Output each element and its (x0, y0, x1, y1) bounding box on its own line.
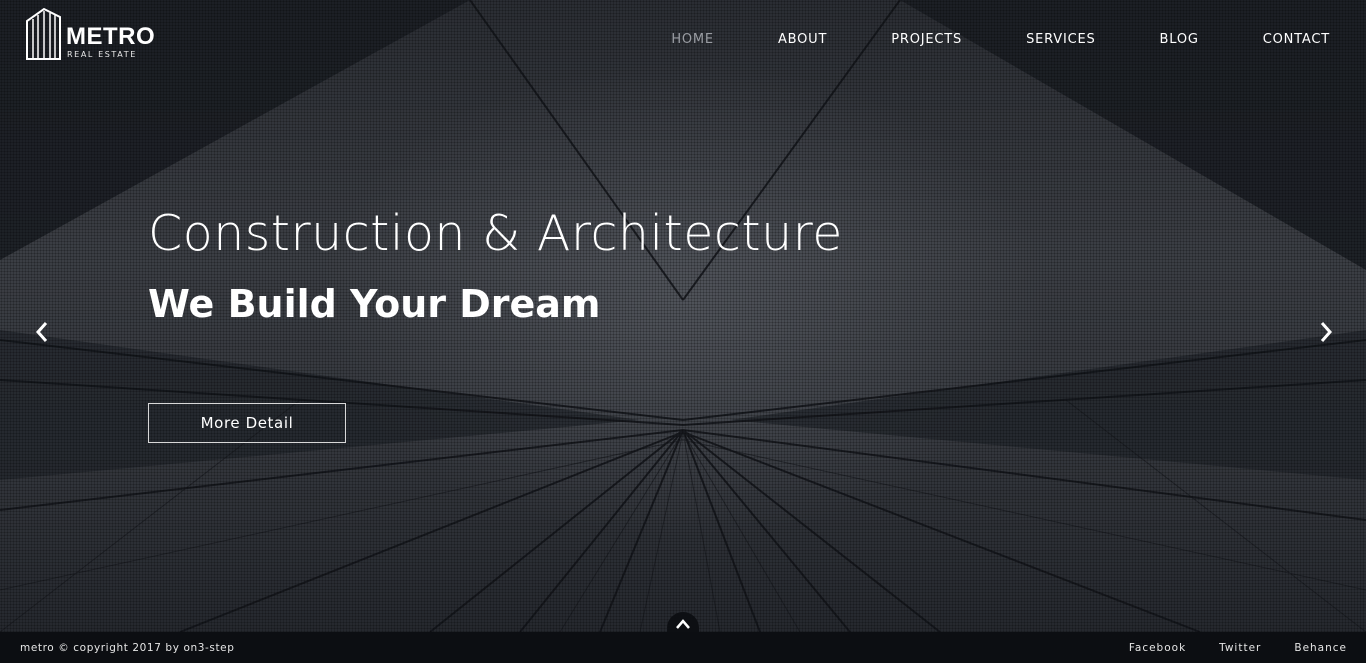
social-link-twitter[interactable]: Twitter (1219, 642, 1261, 654)
more-detail-button[interactable]: More Detail (148, 403, 346, 443)
building-icon (26, 7, 61, 60)
chevron-left-icon (35, 322, 48, 342)
nav-item-contact[interactable]: CONTACT (1263, 31, 1330, 49)
hero-title: Construction & Architecture (148, 205, 843, 262)
nav-item-about[interactable]: ABOUT (778, 31, 827, 49)
social-link-facebook[interactable]: Facebook (1129, 642, 1186, 654)
nav-item-blog[interactable]: BLOG (1160, 31, 1199, 49)
main-navigation: HOME ABOUT PROJECTS SERVICES BLOG CONTAC… (607, 31, 1330, 49)
nav-item-projects[interactable]: PROJECTS (891, 31, 962, 49)
brand-tagline: REAL ESTATE (67, 50, 137, 59)
chevron-up-icon (676, 619, 690, 629)
hero-subtitle: We Build Your Dream (148, 282, 601, 326)
slider-prev-button[interactable] (28, 318, 56, 346)
nav-item-home[interactable]: HOME (671, 31, 714, 49)
social-link-behance[interactable]: Behance (1294, 642, 1347, 654)
nav-item-services[interactable]: SERVICES (1026, 31, 1095, 49)
brand-name: METRO (66, 23, 156, 50)
chevron-right-icon (1320, 322, 1333, 342)
brand-logo[interactable]: METRO REAL ESTATE (24, 7, 156, 61)
copyright-text: metro © copyright 2017 by on3-step (20, 642, 235, 654)
social-links: Facebook Twitter Behance (1096, 642, 1347, 654)
slider-next-button[interactable] (1312, 318, 1340, 346)
site-footer: metro © copyright 2017 by on3-step Faceb… (0, 632, 1366, 663)
